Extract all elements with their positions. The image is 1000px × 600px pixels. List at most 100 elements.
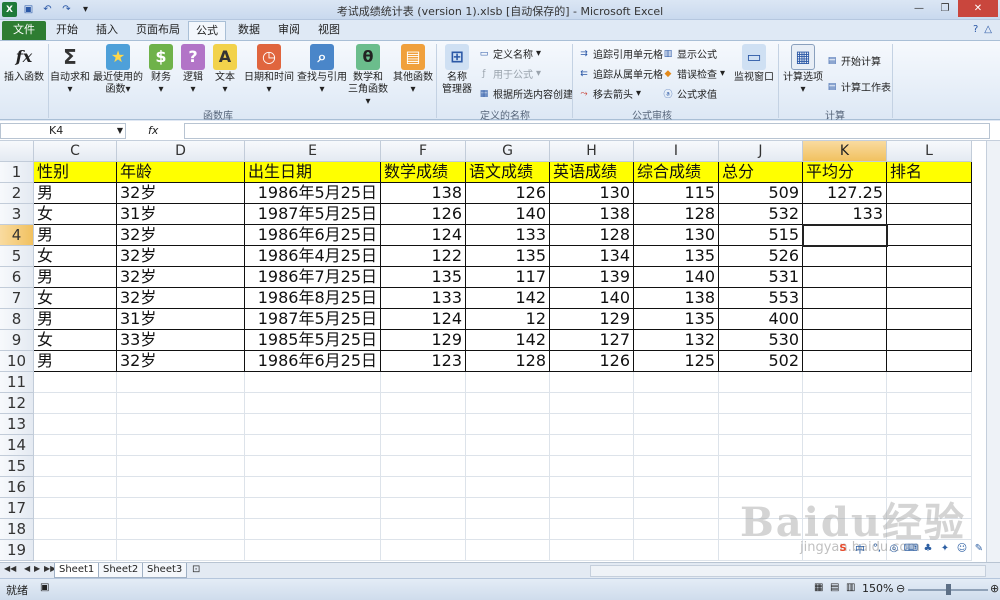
empty-cell[interactable] (550, 435, 634, 456)
use-in-formula-button[interactable]: ƒ 用于公式 ▾ (478, 66, 541, 81)
close-icon[interactable]: ✕ (958, 0, 998, 17)
empty-cell[interactable] (550, 393, 634, 414)
ime-logo-icon[interactable]: S (836, 541, 850, 555)
datetime-button[interactable]: ◷ 日期和时间 ▾ (242, 44, 296, 96)
table-cell[interactable]: 531 (719, 267, 803, 288)
sheet-tab-2[interactable]: Sheet2 (98, 563, 144, 578)
empty-cell[interactable] (34, 414, 117, 435)
tab-file[interactable]: 文件 (2, 21, 46, 40)
table-cell[interactable]: 138 (550, 204, 634, 225)
empty-cell[interactable] (381, 435, 466, 456)
empty-cell[interactable] (887, 393, 972, 414)
table-header-cell[interactable]: 数学成绩 (381, 162, 466, 183)
table-cell[interactable]: 1986年6月25日 (245, 225, 381, 246)
empty-cell[interactable] (117, 393, 245, 414)
empty-cell[interactable] (34, 540, 117, 561)
empty-cell[interactable] (550, 477, 634, 498)
empty-cell[interactable] (466, 456, 550, 477)
empty-cell[interactable] (34, 519, 117, 540)
empty-cell[interactable] (117, 456, 245, 477)
empty-cell[interactable] (887, 372, 972, 393)
empty-cell[interactable] (466, 372, 550, 393)
empty-cell[interactable] (245, 393, 381, 414)
table-cell[interactable] (803, 267, 887, 288)
empty-cell[interactable] (381, 519, 466, 540)
tab-view[interactable]: 视图 (312, 21, 346, 40)
table-cell[interactable]: 130 (634, 225, 719, 246)
sheet-tab-3[interactable]: Sheet3 (142, 563, 188, 578)
table-cell[interactable]: 140 (466, 204, 550, 225)
tab-data[interactable]: 数据 (232, 21, 266, 40)
empty-cell[interactable] (245, 477, 381, 498)
empty-cell[interactable] (381, 393, 466, 414)
show-formulas-button[interactable]: ▥ 显示公式 (662, 46, 717, 62)
table-cell[interactable]: 134 (550, 246, 634, 267)
empty-cell[interactable] (381, 498, 466, 519)
empty-cell[interactable] (719, 414, 803, 435)
table-cell[interactable]: 男 (34, 183, 117, 204)
row-header[interactable]: 3 (0, 204, 34, 225)
empty-cell[interactable] (34, 498, 117, 519)
table-cell[interactable]: 1986年6月25日 (245, 351, 381, 372)
watch-window-button[interactable]: ▭ 监视窗口 (732, 44, 776, 84)
horizontal-scrollbar[interactable] (590, 565, 986, 577)
error-checking-button[interactable]: ◆ 错误检查 ▾ (662, 66, 726, 81)
empty-cell[interactable] (803, 393, 887, 414)
calc-options-button[interactable]: ▦ 计算选项 ▾ (782, 44, 824, 96)
chevron-down-icon[interactable]: ▼ (117, 124, 123, 138)
table-cell[interactable]: 140 (550, 288, 634, 309)
empty-cell[interactable] (634, 393, 719, 414)
column-header[interactable]: K (803, 141, 887, 162)
table-header-cell[interactable]: 出生日期 (245, 162, 381, 183)
empty-cell[interactable] (550, 414, 634, 435)
row-header[interactable]: 7 (0, 288, 34, 309)
empty-cell[interactable] (245, 435, 381, 456)
table-cell[interactable]: 130 (550, 183, 634, 204)
table-cell[interactable]: 女 (34, 330, 117, 351)
row-header[interactable]: 6 (0, 267, 34, 288)
zoom-level[interactable]: 150% (862, 582, 893, 595)
table-cell[interactable]: 32岁 (117, 288, 245, 309)
fx-button[interactable]: fx (148, 124, 158, 137)
table-cell[interactable]: 133 (803, 204, 887, 225)
row-header[interactable]: 1 (0, 162, 34, 183)
ribbon-minimize-icon[interactable]: △ (984, 24, 992, 35)
table-cell[interactable]: 125 (634, 351, 719, 372)
autosum-button[interactable]: Σ 自动求和 ▾ (50, 44, 90, 96)
prev-sheet-icon[interactable]: ◀ (24, 564, 30, 573)
zoom-out-icon[interactable]: ⊖ (896, 582, 905, 595)
table-cell[interactable]: 509 (719, 183, 803, 204)
table-cell[interactable] (803, 225, 887, 246)
table-cell[interactable]: 140 (634, 267, 719, 288)
table-cell[interactable]: 127.25 (803, 183, 887, 204)
ime-lang-icon[interactable]: 中 (853, 541, 867, 556)
name-box[interactable]: K4 ▼ (0, 123, 126, 139)
column-header[interactable]: H (550, 141, 634, 162)
financial-button[interactable]: $ 财务 ▾ (146, 44, 176, 96)
page-layout-view-icon[interactable]: ▤ (830, 582, 839, 593)
table-cell[interactable]: 女 (34, 204, 117, 225)
table-header-cell[interactable]: 平均分 (803, 162, 887, 183)
empty-cell[interactable] (887, 456, 972, 477)
empty-cell[interactable] (803, 435, 887, 456)
column-header[interactable]: E (245, 141, 381, 162)
table-cell[interactable]: 1987年5月25日 (245, 204, 381, 225)
sheet-tab-1[interactable]: Sheet1 (54, 563, 100, 578)
row-header[interactable]: 2 (0, 183, 34, 204)
row-header[interactable]: 12 (0, 393, 34, 414)
vertical-scrollbar[interactable] (986, 141, 1000, 562)
table-cell[interactable]: 553 (719, 288, 803, 309)
empty-cell[interactable] (117, 477, 245, 498)
help-icon[interactable]: ? (973, 24, 978, 35)
table-header-cell[interactable]: 年龄 (117, 162, 245, 183)
table-cell[interactable]: 女 (34, 288, 117, 309)
formula-input[interactable] (184, 123, 990, 139)
table-cell[interactable]: 526 (719, 246, 803, 267)
table-cell[interactable] (887, 225, 972, 246)
table-cell[interactable] (803, 288, 887, 309)
row-header[interactable]: 8 (0, 309, 34, 330)
table-cell[interactable] (887, 351, 972, 372)
empty-cell[interactable] (245, 456, 381, 477)
table-cell[interactable]: 400 (719, 309, 803, 330)
table-header-cell[interactable]: 英语成绩 (550, 162, 634, 183)
